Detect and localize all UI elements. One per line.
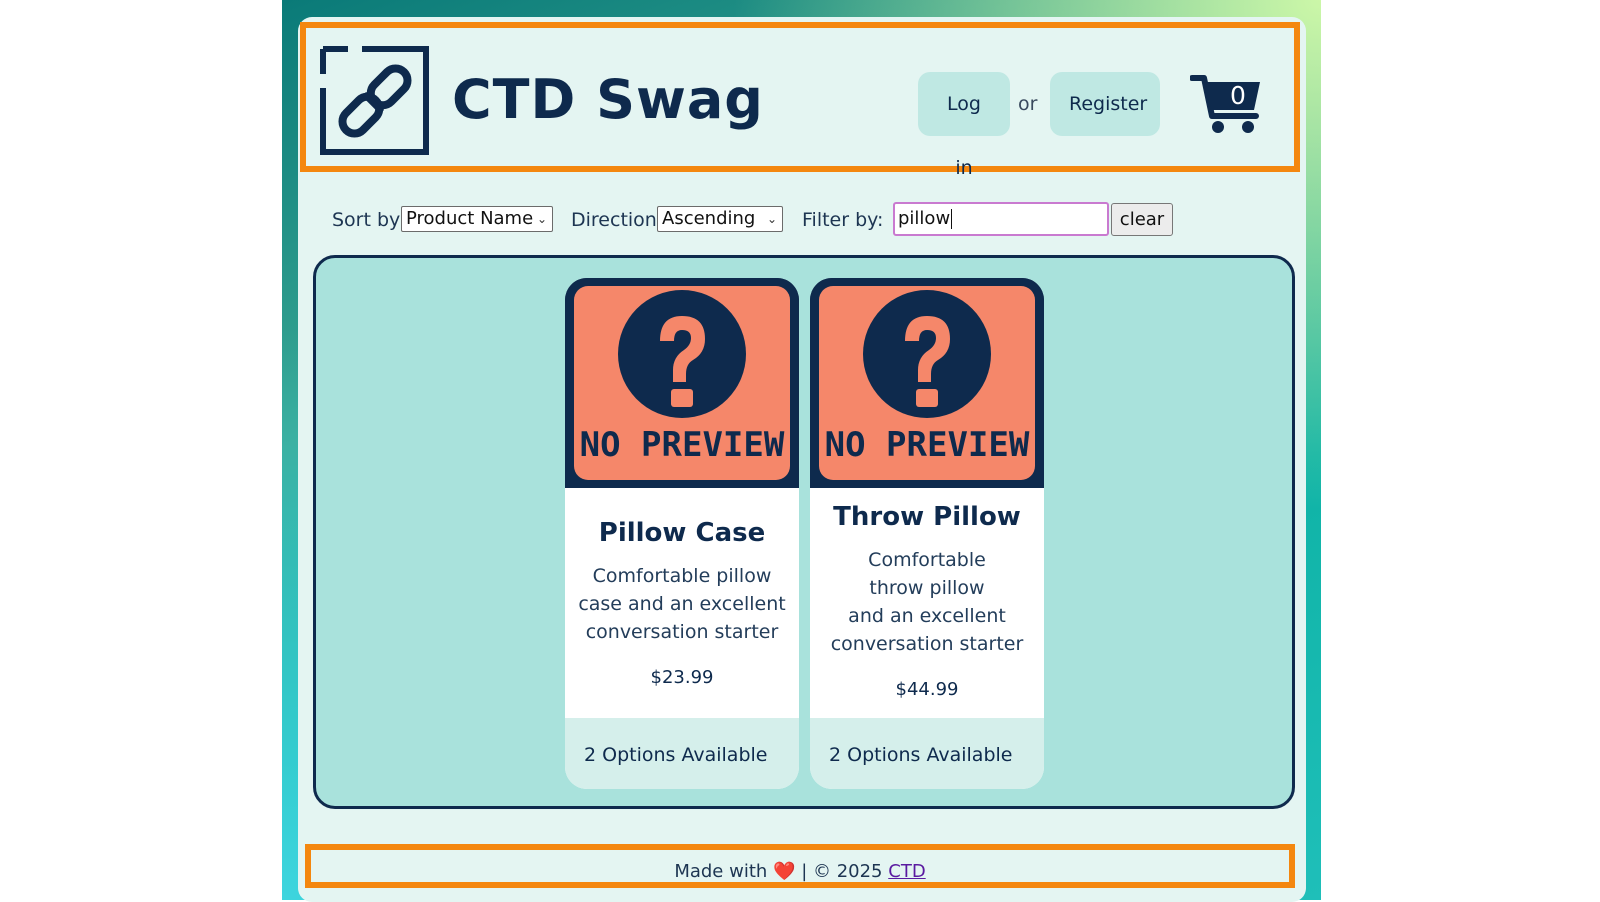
direction-select-value: Ascending	[662, 208, 756, 229]
description-line: and an excellent	[848, 605, 1006, 627]
description-line: throw pillow	[869, 577, 985, 599]
sort-label: Sort by:	[332, 209, 406, 231]
filter-input-value: pillow	[898, 208, 951, 229]
register-button[interactable]: Register	[1050, 72, 1160, 136]
description-line: Comfortable pillow	[592, 565, 772, 587]
chevron-down-icon: ⌄	[766, 212, 777, 226]
cart-count: 0	[1230, 81, 1246, 110]
description-line: conversation starter	[585, 621, 779, 643]
footer-made-with: Made with	[674, 861, 768, 882]
product-name[interactable]: Throw Pillow	[810, 500, 1044, 534]
product-card[interactable]: NO PREVIEW Throw Pillow Comfortable thro…	[810, 278, 1044, 789]
login-button[interactable]: Log in	[918, 72, 1010, 179]
site-title[interactable]: CTD Swag	[452, 68, 764, 132]
direction-select[interactable]: Ascending ⌄	[657, 206, 783, 232]
no-preview-text: NO PREVIEW	[825, 425, 1030, 465]
product-price: $44.99	[895, 679, 959, 700]
heart-icon: ❤️	[773, 861, 796, 882]
or-separator: or	[1018, 93, 1038, 115]
description-line: Comfortable	[868, 549, 986, 571]
no-preview-image: NO PREVIEW	[565, 278, 799, 488]
product-price: $23.99	[650, 667, 714, 688]
product-info: Throw Pillow Comfortable throw pillow an…	[810, 488, 1044, 718]
sort-select-value: Product Name	[406, 208, 534, 229]
no-preview-image: NO PREVIEW	[810, 278, 1044, 488]
options-available[interactable]: 2 Options Available	[565, 718, 799, 789]
text-caret	[951, 209, 953, 229]
filter-label: Filter by:	[802, 209, 884, 231]
footer-copyright: | © 2025	[801, 861, 883, 882]
product-card[interactable]: NO PREVIEW Pillow Case Comfortable pillo…	[565, 278, 799, 789]
description-line: conversation starter	[830, 633, 1024, 655]
filter-input[interactable]: pillow	[893, 202, 1109, 236]
sort-select[interactable]: Product Name ⌄	[401, 206, 553, 232]
footer-ctd-link[interactable]: CTD	[888, 861, 925, 882]
chain-link-icon[interactable]	[318, 44, 432, 158]
product-description: Comfortable pillow case and an excellent…	[565, 562, 799, 646]
chevron-down-icon: ⌄	[536, 212, 547, 226]
no-preview-text: NO PREVIEW	[580, 425, 785, 465]
product-list: NO PREVIEW Pillow Case Comfortable pillo…	[313, 255, 1295, 809]
product-name[interactable]: Pillow Case	[565, 516, 799, 550]
description-line: case and an excellent	[578, 593, 786, 615]
clear-button[interactable]: clear	[1111, 203, 1173, 236]
product-description: Comfortable throw pillow and an excellen…	[810, 546, 1044, 658]
site-footer: Made with ❤️ | © 2025 CTD	[305, 844, 1295, 888]
site-header: CTD Swag Log in or Register 0	[300, 22, 1300, 179]
product-info: Pillow Case Comfortable pillow case and …	[565, 488, 799, 718]
direction-label: Direction:	[571, 209, 664, 231]
options-available[interactable]: 2 Options Available	[810, 718, 1044, 789]
